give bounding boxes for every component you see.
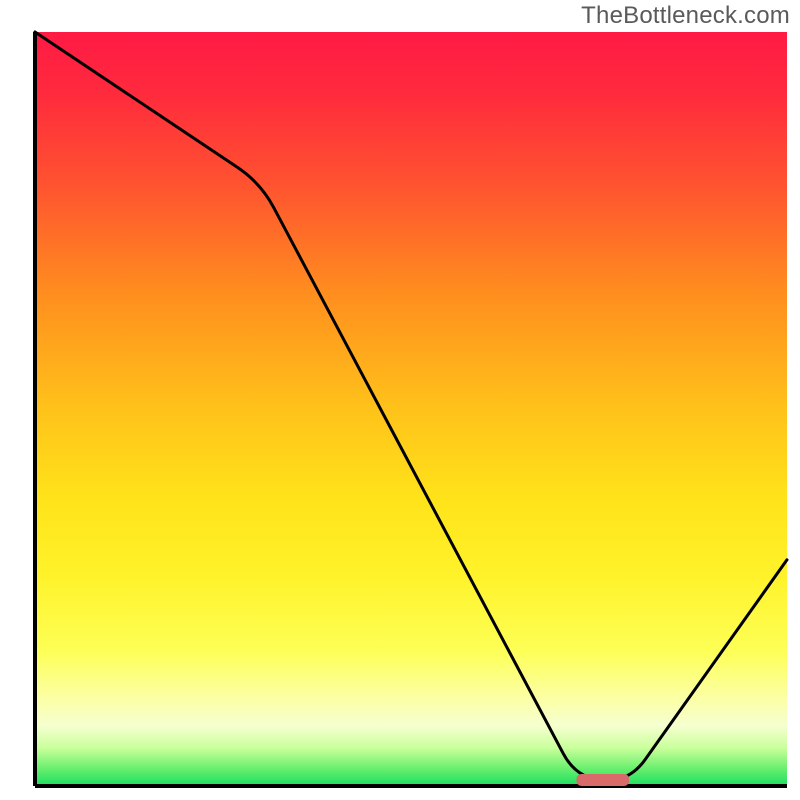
bottleneck-chart xyxy=(0,0,800,800)
optimum-marker xyxy=(576,774,629,786)
plot-background xyxy=(35,32,787,786)
chart-frame: TheBottleneck.com xyxy=(0,0,800,800)
